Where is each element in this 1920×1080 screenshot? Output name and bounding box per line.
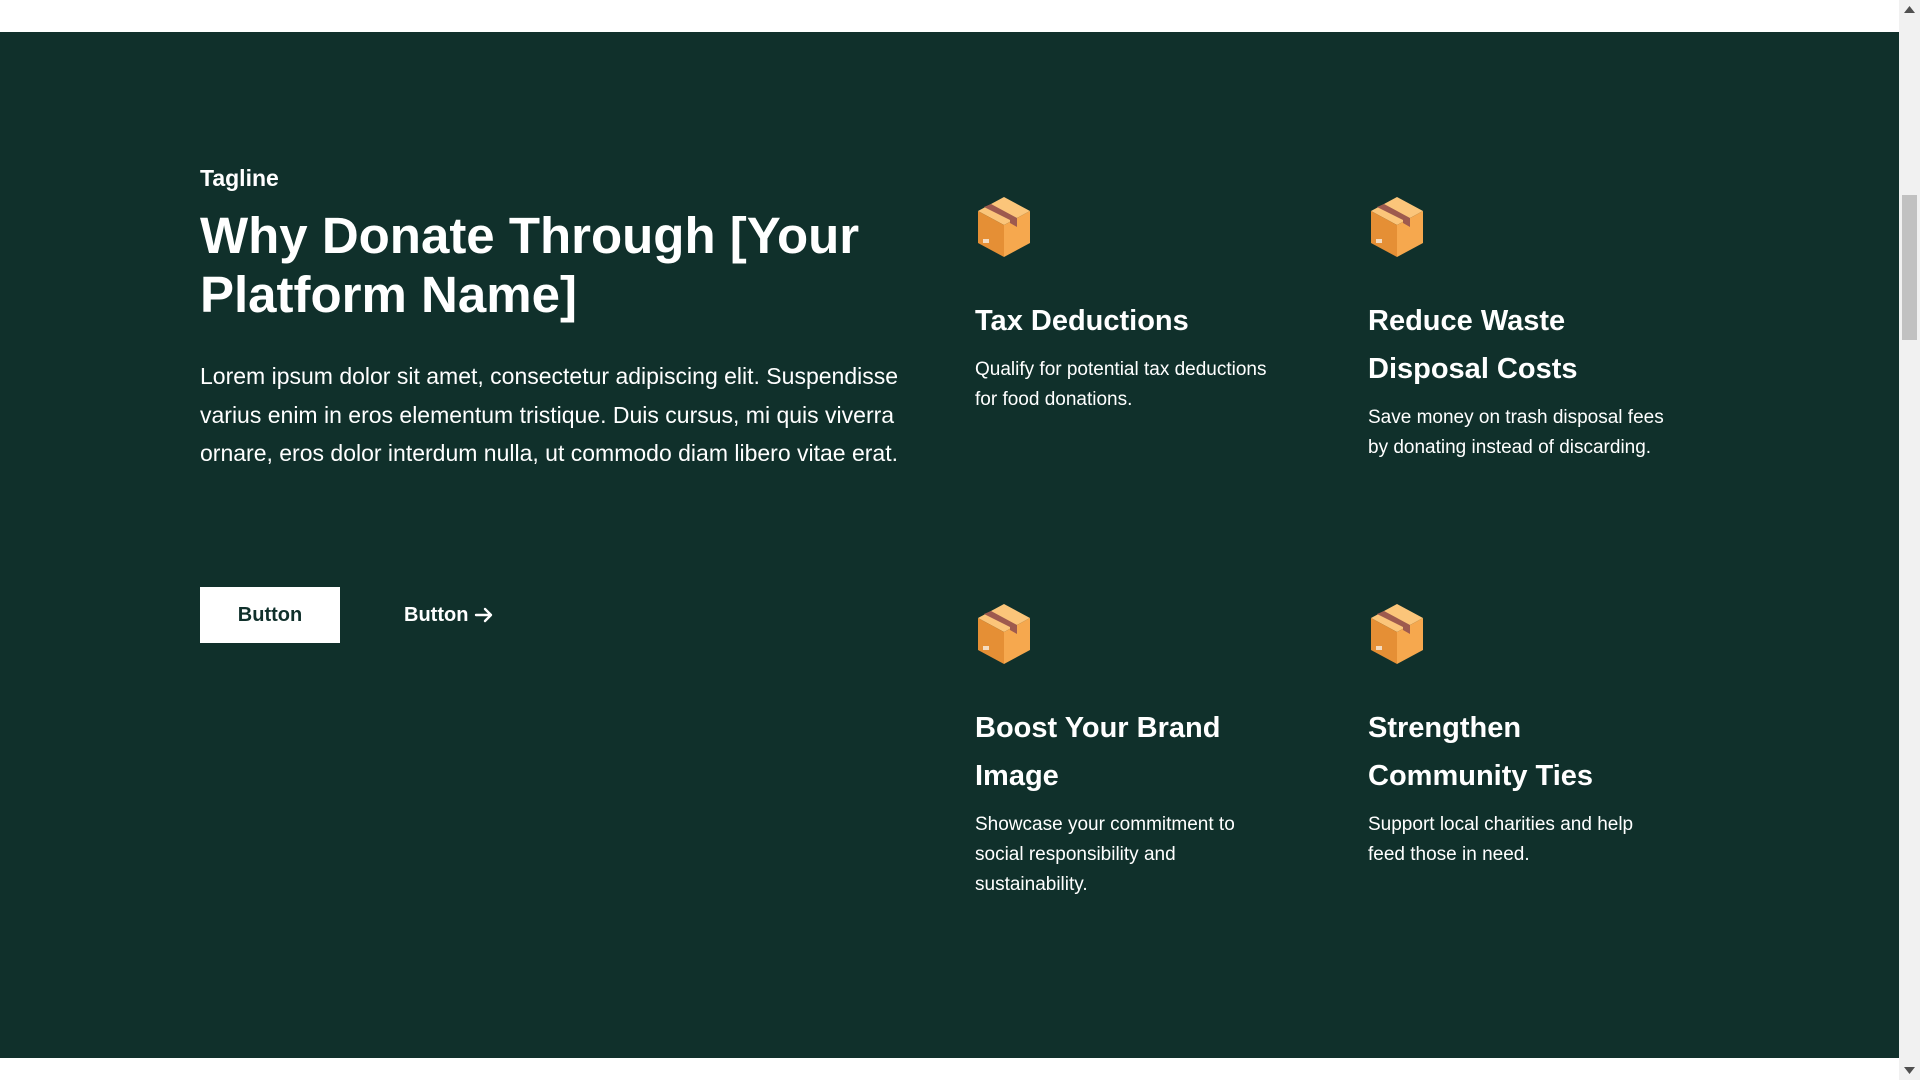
tagline: Tagline [200,165,279,191]
feature-description: Qualify for potential tax deductions for… [975,359,1267,410]
feature-card: Boost Your Brand Image Showcase your com… [975,602,1275,900]
scroll-down-arrow-icon[interactable] [1904,1067,1915,1074]
secondary-link-button[interactable]: Button [404,604,494,627]
feature-card: Tax Deductions Qualify for potential tax… [975,195,1275,415]
scrollbar-thumb[interactable] [1902,195,1917,340]
feature-description: Showcase your commitment to social respo… [975,814,1235,895]
secondary-button-label: Button [404,603,469,626]
feature-card: Strengthen Community Ties Support local … [1368,602,1668,870]
button-group: Button Button [200,587,494,643]
package-icon [1371,604,1423,664]
feature-title: Boost Your Brand Image [975,712,1221,792]
intro-column: Tagline Why Donate Through [Your Platfor… [200,162,920,643]
feature-description: Save money on trash disposal fees by don… [1368,407,1664,458]
section-description: Lorem ipsum dolor sit amet, consectetur … [200,363,899,467]
features-section: Tagline Why Donate Through [Your Platfor… [0,32,1899,1058]
primary-button[interactable]: Button [200,587,340,643]
scroll-up-arrow-icon[interactable] [1904,6,1915,13]
feature-card: Reduce Waste Disposal Costs Save money o… [1368,195,1668,463]
package-icon [1371,197,1423,257]
feature-title: Strengthen Community Ties [1368,712,1594,792]
package-icon [978,197,1030,257]
package-icon [978,604,1030,664]
arrow-right-icon [475,607,493,623]
feature-title: Reduce Waste Disposal Costs [1368,305,1578,385]
feature-description: Support local charities and help feed th… [1368,814,1634,865]
section-heading: Why Donate Through [Your Platform Name] [200,207,860,323]
feature-title: Tax Deductions [975,305,1189,337]
vertical-scrollbar[interactable] [1899,0,1920,1080]
